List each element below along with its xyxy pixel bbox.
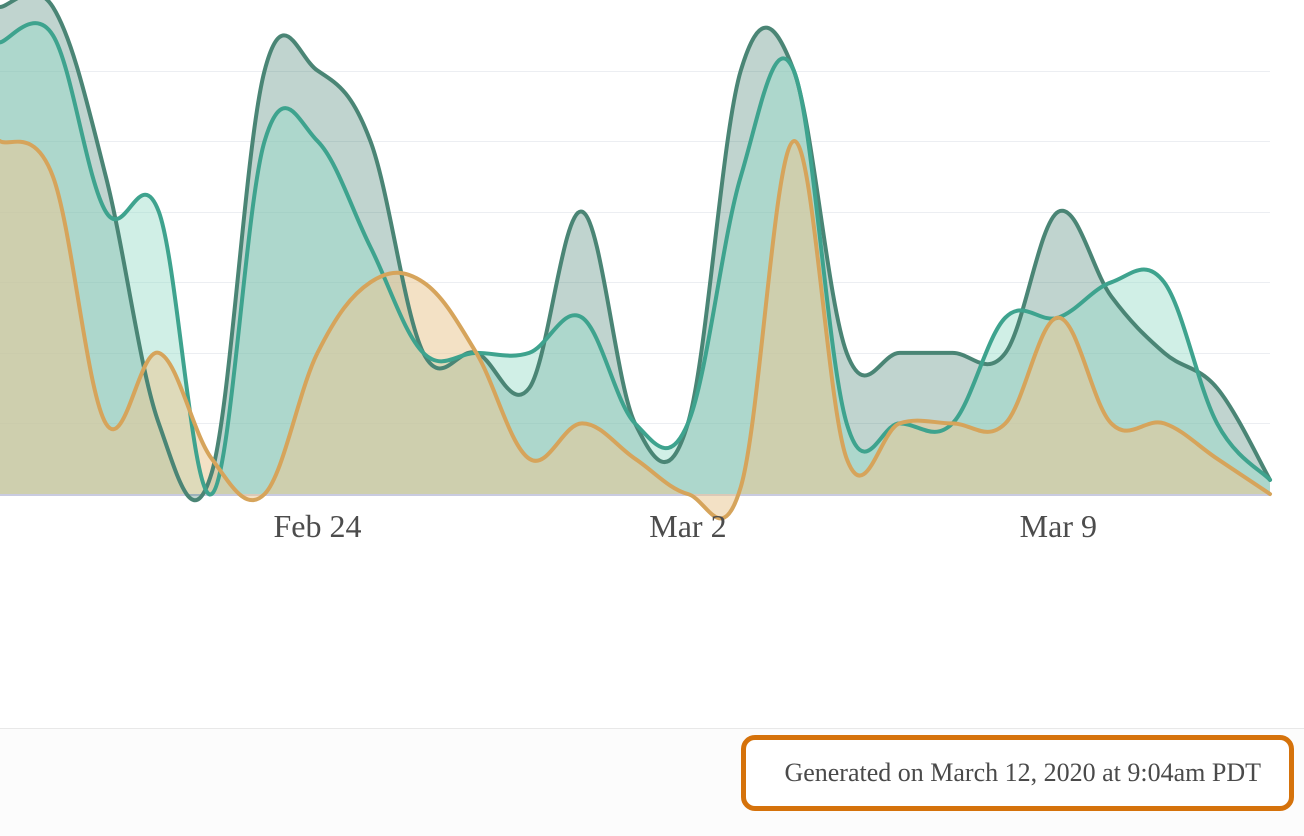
- chart-svg: [0, 0, 1270, 494]
- generated-timestamp-callout: Generated on March 12, 2020 at 9:04am PD…: [741, 735, 1294, 811]
- chart-plot-area: [0, 0, 1270, 496]
- chart-x-axis: Feb 24 Mar 2 Mar 9: [0, 508, 1270, 558]
- x-tick-label: Mar 2: [649, 508, 726, 545]
- x-tick-label: Mar 9: [1020, 508, 1097, 545]
- x-tick-label: Feb 24: [274, 508, 362, 545]
- generated-timestamp-text: Generated on March 12, 2020 at 9:04am PD…: [784, 758, 1261, 787]
